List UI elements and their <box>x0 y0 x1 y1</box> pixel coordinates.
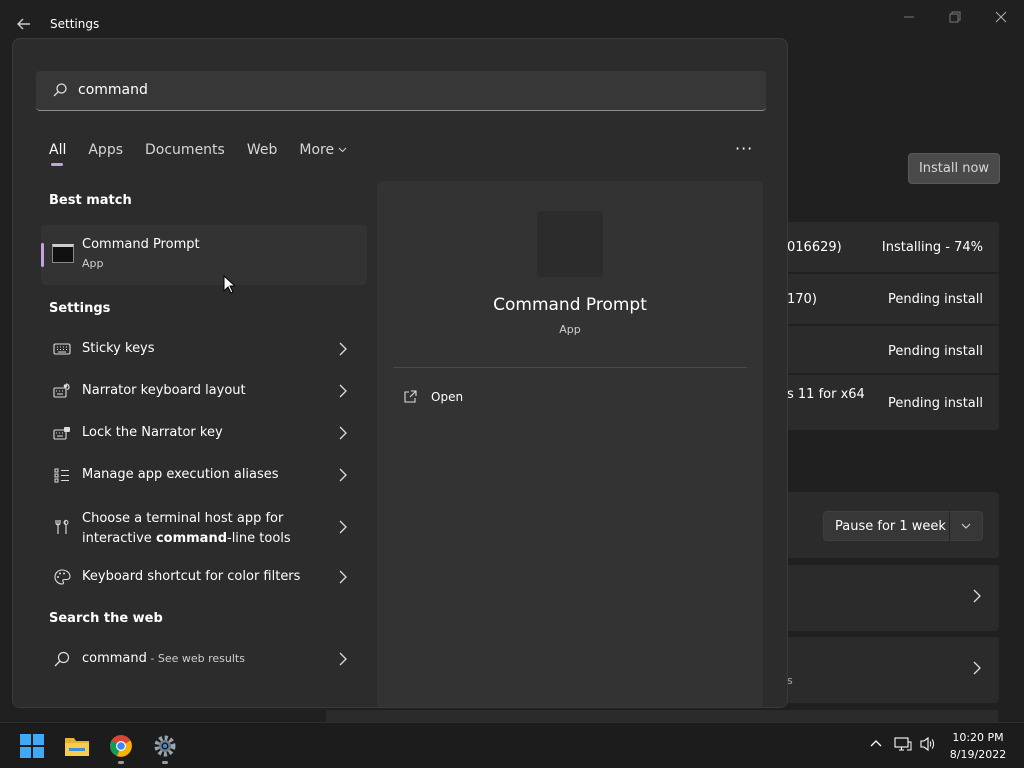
clock-date[interactable]: 8/19/2022 <box>947 748 1009 761</box>
update-row: Pending install <box>787 326 999 373</box>
windows-logo-icon <box>20 734 44 758</box>
section-heading: Settings <box>49 301 111 316</box>
gear-icon <box>154 735 176 757</box>
chevron-right-icon <box>339 570 347 584</box>
close-icon[interactable] <box>992 8 1010 26</box>
section-heading: Best match <box>49 193 132 208</box>
search-tabs: All Apps Documents Web More <box>49 137 369 167</box>
open-action[interactable]: Open <box>403 387 463 407</box>
section-heading: Search the web <box>49 611 163 626</box>
tab-documents[interactable]: Documents <box>145 137 225 163</box>
settings-result-app-aliases[interactable]: Manage app execution aliases <box>41 455 367 495</box>
update-row: 170) Pending install <box>787 274 999 324</box>
folder-icon <box>65 738 89 756</box>
result-preview-pane: Command Prompt App Open <box>377 181 763 707</box>
settings-result-sticky-keys[interactable]: Sticky keys <box>41 329 367 369</box>
tab-all[interactable]: All <box>49 137 66 166</box>
chevron-down-icon <box>950 523 982 529</box>
best-match-result[interactable]: Command Prompt App <box>41 225 367 285</box>
search-box[interactable] <box>36 71 766 111</box>
update-status: Pending install <box>887 396 983 411</box>
list-icon <box>54 468 69 483</box>
command-prompt-icon <box>52 244 74 263</box>
update-status: Pending install <box>887 344 983 359</box>
chevron-right-icon <box>339 468 347 482</box>
open-external-icon <box>404 390 417 403</box>
install-now-button[interactable]: Install now <box>908 153 1000 184</box>
file-explorer-button[interactable] <box>62 731 92 761</box>
clock-time[interactable]: 10:20 PM <box>950 731 1006 744</box>
taskbar: 10:20 PM 8/19/2022 <box>0 722 1024 768</box>
preview-title: Command Prompt <box>493 295 647 315</box>
web-search-result[interactable]: command - See web results <box>41 639 367 679</box>
chevron-up-icon[interactable] <box>869 736 883 750</box>
running-indicator <box>118 761 124 764</box>
selection-indicator <box>41 243 44 267</box>
keyboard-icon <box>53 343 71 355</box>
tab-apps[interactable]: Apps <box>88 137 123 163</box>
pause-updates-card: Pause for 1 week <box>787 492 999 558</box>
chevron-down-icon <box>338 147 347 153</box>
tab-web[interactable]: Web <box>247 137 278 163</box>
restore-icon[interactable] <box>946 8 964 26</box>
chevron-right-icon <box>339 384 347 398</box>
volume-icon[interactable] <box>919 736 937 752</box>
chevron-right-icon <box>339 520 347 534</box>
settings-result-narrator-layout[interactable]: Narrator keyboard layout <box>41 371 367 411</box>
search-input[interactable] <box>78 71 738 109</box>
settings-result-color-filters[interactable]: Keyboard shortcut for color filters <box>41 557 367 597</box>
divider <box>393 367 747 368</box>
chrome-icon <box>110 735 132 757</box>
running-indicator <box>162 761 168 764</box>
settings-taskbar-button[interactable] <box>150 731 180 761</box>
update-status: Installing - 74% <box>881 240 983 255</box>
start-button[interactable] <box>17 731 47 761</box>
minimize-icon[interactable] <box>900 8 918 26</box>
search-icon <box>53 83 67 97</box>
tab-more[interactable]: More <box>299 137 347 163</box>
network-icon[interactable] <box>894 736 912 752</box>
chevron-right-icon <box>339 342 347 356</box>
chevron-right-icon <box>339 426 347 440</box>
more-options-icon[interactable]: ··· <box>735 139 753 158</box>
search-icon <box>54 651 70 667</box>
app-preview-icon <box>537 211 603 277</box>
chevron-right-icon <box>973 589 981 603</box>
narrator-lock-icon <box>53 427 70 440</box>
back-arrow-icon[interactable] <box>14 14 34 34</box>
settings-result-lock-narrator[interactable]: Lock the Narrator key <box>41 413 367 453</box>
update-row: 016629) Installing - 74% <box>787 222 999 272</box>
settings-card-edge <box>326 710 998 722</box>
chevron-right-icon <box>973 661 981 675</box>
preview-subtitle: App <box>559 323 581 336</box>
settings-result-terminal-host[interactable]: Choose a terminal host app for interacti… <box>41 497 367 557</box>
update-status: Pending install <box>887 292 983 307</box>
window-title: Settings <box>50 17 100 31</box>
settings-nav-card[interactable]: s <box>787 637 999 703</box>
color-filter-icon <box>54 569 71 585</box>
settings-nav-card[interactable] <box>787 565 999 631</box>
mouse-cursor-icon <box>223 275 235 294</box>
chrome-button[interactable] <box>106 731 136 761</box>
tools-icon <box>55 519 69 534</box>
search-flyout: All Apps Documents Web More ··· Best mat… <box>12 38 788 708</box>
narrator-icon <box>53 383 70 398</box>
pause-updates-dropdown[interactable]: Pause for 1 week <box>823 511 983 541</box>
chevron-right-icon <box>339 652 347 666</box>
update-row: s 11 for x64 Pending install <box>787 375 999 430</box>
